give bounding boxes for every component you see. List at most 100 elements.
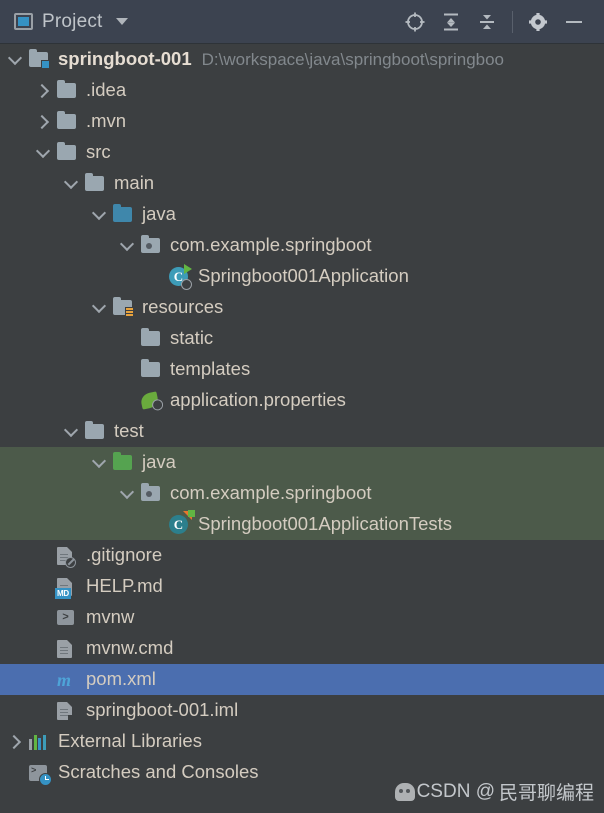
tree-row-gitignore[interactable]: .gitignore	[0, 540, 604, 571]
tree-row-springboot001applicationtests[interactable]: C Springboot001ApplicationTests	[0, 509, 604, 540]
tree-row-icon: C	[169, 264, 192, 290]
tree-row-main[interactable]: main	[0, 168, 604, 199]
tree-row-icon: m	[57, 670, 79, 690]
tree-row-icon: >	[57, 608, 79, 628]
tree-row-path: D:\workspace\java\springboot\springboo	[201, 49, 505, 69]
tree-row-springboot-001[interactable]: springboot-001 D:\workspace\java\springbo…	[0, 44, 604, 75]
folder-icon	[57, 79, 76, 98]
chevron-right-icon[interactable]	[36, 83, 51, 98]
folder-icon	[57, 141, 76, 160]
spring-boot-class-run-icon: C	[169, 264, 192, 290]
tree-row-static[interactable]: static	[0, 323, 604, 354]
test-source-root-folder-icon	[113, 451, 132, 470]
tree-row-label: mvnw.cmd	[86, 637, 174, 659]
tree-row-springboot-001-iml[interactable]: springboot-001.iml	[0, 695, 604, 726]
tree-row-label: static	[170, 327, 214, 349]
tree-row-test-package[interactable]: com.example.springboot	[0, 478, 604, 509]
tree-row-icon	[57, 110, 79, 132]
tree-row-springboot001application[interactable]: C Springboot001Application	[0, 261, 604, 292]
chevron-down-icon[interactable]	[115, 18, 128, 25]
spring-properties-icon	[139, 391, 165, 412]
tree-row-label: .gitignore	[86, 544, 163, 566]
chevron-down-icon[interactable]	[92, 300, 107, 315]
expand-all-icon	[444, 13, 458, 30]
tree-row-label: HELP.md	[86, 575, 163, 597]
chevron-down-icon[interactable]	[92, 207, 107, 222]
folder-icon	[85, 420, 104, 439]
tree-row-icon	[57, 141, 79, 163]
package-folder-icon	[141, 482, 160, 501]
tree-row-help-md[interactable]: MD HELP.md	[0, 571, 604, 602]
project-tool-window-selector[interactable]: Project	[14, 11, 128, 33]
tree-row-icon	[141, 482, 163, 504]
tree-row-label: test	[114, 420, 144, 442]
tree-row-label: Springboot001Application	[198, 265, 409, 287]
tree-row-mvn[interactable]: .mvn	[0, 106, 604, 137]
tree-row-resources[interactable]: resources	[0, 292, 604, 323]
chevron-down-icon[interactable]	[120, 486, 135, 501]
tool-window-header: Project	[0, 0, 604, 44]
chevron-right-icon[interactable]	[8, 734, 23, 749]
tool-window-action-bar	[397, 5, 592, 39]
tree-row-icon: MD	[55, 577, 79, 599]
chevron-right-icon[interactable]	[36, 114, 51, 129]
settings-button[interactable]	[520, 5, 556, 39]
tree-row-idea[interactable]: .idea	[0, 75, 604, 106]
tree-row-icon	[29, 732, 51, 752]
tree-row-icon	[57, 546, 79, 568]
tree-row-icon	[141, 234, 163, 256]
expand-all-button[interactable]	[433, 5, 469, 39]
test-class-icon: C	[169, 510, 195, 534]
collapse-all-button[interactable]	[469, 5, 505, 39]
folder-icon	[57, 110, 76, 129]
tree-row-test-java[interactable]: java	[0, 447, 604, 478]
tree-row-src[interactable]: src	[0, 137, 604, 168]
chevron-down-icon[interactable]	[8, 52, 23, 67]
tree-row-label: com.example.springboot	[170, 234, 372, 256]
tree-row-label: java	[142, 451, 176, 473]
shell-script-icon: >	[57, 610, 74, 625]
tree-row-test[interactable]: test	[0, 416, 604, 447]
tree-row-icon	[113, 296, 135, 318]
tree-row-external-libraries[interactable]: External Libraries	[0, 726, 604, 757]
hide-button[interactable]	[556, 5, 592, 39]
module-folder-icon	[29, 48, 50, 69]
maven-pom-icon: m	[57, 669, 72, 690]
tree-row-icon	[141, 327, 163, 349]
tree-row-mvnw[interactable]: > mvnw	[0, 602, 604, 633]
chevron-down-icon[interactable]	[64, 424, 79, 439]
tree-row-label: .mvn	[86, 110, 127, 132]
tree-row-icon	[113, 451, 135, 473]
tree-row-label: mvnw	[86, 606, 135, 628]
tree-row-label: pom.xml	[86, 668, 156, 690]
source-root-folder-icon	[113, 203, 132, 222]
tree-row-scratches-and-consoles[interactable]: > Scratches and Consoles	[0, 757, 604, 788]
tree-row-pom-xml[interactable]: m pom.xml	[0, 664, 604, 695]
tree-row-main-package[interactable]: com.example.springboot	[0, 230, 604, 261]
chevron-down-icon[interactable]	[120, 238, 135, 253]
tool-window-title: Project	[42, 10, 103, 32]
tree-row-mvnw-cmd[interactable]: mvnw.cmd	[0, 633, 604, 664]
tree-row-icon	[57, 639, 79, 659]
chevron-down-icon[interactable]	[92, 455, 107, 470]
chevron-down-icon[interactable]	[36, 145, 51, 160]
tree-row-main-java[interactable]: java	[0, 199, 604, 230]
folder-icon	[141, 327, 160, 346]
tree-row-label: src	[86, 141, 111, 163]
gear-icon	[529, 12, 547, 31]
select-opened-file-button[interactable]	[397, 5, 433, 39]
tree-row-templates[interactable]: templates	[0, 354, 604, 385]
tree-row-label: java	[142, 203, 176, 225]
crosshair-target-icon	[405, 12, 425, 31]
tree-row-application-properties[interactable]: application.properties	[0, 385, 604, 416]
chevron-down-icon[interactable]	[64, 176, 79, 191]
tree-row-label: springboot-001.iml	[86, 699, 239, 721]
toolbar-separator	[512, 10, 513, 33]
project-tree[interactable]: springboot-001 D:\workspace\java\springbo…	[0, 44, 604, 813]
